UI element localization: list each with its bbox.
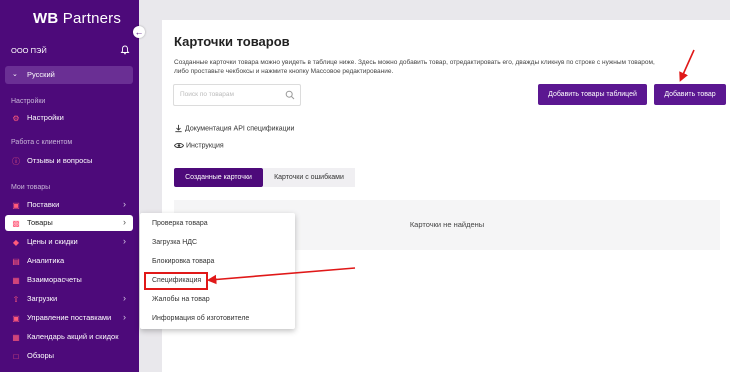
- chevron-right-icon: ›: [123, 293, 126, 303]
- section-settings-heading: Настройки: [11, 98, 46, 105]
- add-products-table-button[interactable]: Добавить товары таблицей: [538, 84, 647, 105]
- bell-icon[interactable]: [120, 45, 130, 55]
- api-doc-link[interactable]: Документация API спецификации: [174, 124, 294, 133]
- question-icon: ⓘ: [12, 156, 20, 166]
- chart-icon: ▤: [12, 256, 20, 266]
- chevron-right-icon: ›: [123, 199, 126, 209]
- chevron-right-icon: ›: [123, 312, 126, 322]
- wallet-icon: ▦: [12, 275, 20, 285]
- sidebar-item-settings[interactable]: ⚙ Настройки: [5, 110, 133, 126]
- upload-icon: ⇧: [12, 294, 20, 304]
- chevron-right-icon: ›: [123, 236, 126, 246]
- warehouse-icon: ▣: [12, 313, 20, 323]
- section-goods-heading: Мои товары: [11, 184, 51, 191]
- truck-icon: ▣: [12, 200, 20, 210]
- tab-error-cards[interactable]: Карточки с ошибками: [263, 168, 355, 187]
- page-description: Созданные карточки товара можно увидеть …: [174, 59, 655, 75]
- settings-icon: ⚙: [12, 113, 20, 123]
- sidebar-item-supplies[interactable]: ▣ Поставки ›: [5, 197, 133, 213]
- sidebar-item-reviews-overview[interactable]: □ Обзоры: [5, 348, 133, 364]
- eye-icon: [173, 142, 185, 149]
- price-tag-icon: ◆: [12, 237, 20, 247]
- page-title: Карточки товаров: [174, 34, 290, 49]
- instruction-link[interactable]: Инструкция: [173, 141, 224, 150]
- chevron-down-icon: ⌄: [12, 71, 18, 78]
- menu-item-product-check[interactable]: Проверка товара: [152, 220, 208, 227]
- sidebar-item-analytics[interactable]: ▤ Аналитика: [5, 253, 133, 269]
- sidebar-item-settlements[interactable]: ▦ Взаиморасчеты: [5, 272, 133, 288]
- menu-item-product-block[interactable]: Блокировка товара: [152, 258, 214, 265]
- tab-created-cards[interactable]: Созданные карточки: [174, 168, 263, 187]
- org-name[interactable]: ООО ПЭЙ: [11, 46, 47, 55]
- menu-item-complaints[interactable]: Жалобы на товар: [152, 296, 210, 303]
- language-select[interactable]: ⌄ Русский: [5, 66, 133, 84]
- download-icon: [175, 124, 182, 133]
- document-icon: □: [13, 351, 19, 361]
- sidebar-item-reviews[interactable]: ⓘ Отзывы и вопросы: [5, 153, 133, 169]
- specification-highlight-box: [144, 272, 208, 290]
- calendar-icon: ▦: [12, 332, 20, 342]
- sidebar-item-prices[interactable]: ◆ Цены и скидки ›: [5, 234, 133, 250]
- logo[interactable]: WB Partners: [33, 10, 121, 27]
- section-client-heading: Работа с клиентом: [11, 139, 73, 146]
- search-icon: [285, 90, 295, 100]
- goods-submenu: Проверка товара Загрузка НДС Блокировка …: [140, 213, 295, 329]
- collapse-sidebar-button[interactable]: ←: [133, 26, 145, 38]
- sidebar-item-supply-management[interactable]: ▣ Управление поставками ›: [5, 310, 133, 326]
- menu-item-manufacturer-info[interactable]: Информация об изготовителе: [152, 315, 249, 322]
- add-product-button[interactable]: Добавить товар: [654, 84, 726, 105]
- sidebar-item-uploads[interactable]: ⇧ Загрузки ›: [5, 291, 133, 307]
- menu-item-vat-upload[interactable]: Загрузка НДС: [152, 239, 197, 246]
- sidebar: WB Partners ООО ПЭЙ ⌄ Русский Настройки …: [0, 0, 139, 372]
- search-input[interactable]: Поиск по товарам: [173, 84, 301, 106]
- sidebar-item-promo-calendar[interactable]: ▦ Календарь акций и скидок: [5, 329, 133, 345]
- chevron-right-icon: ›: [123, 217, 126, 227]
- sidebar-item-goods[interactable]: ▩ Товары ›: [5, 215, 133, 231]
- box-icon: ▩: [12, 218, 20, 228]
